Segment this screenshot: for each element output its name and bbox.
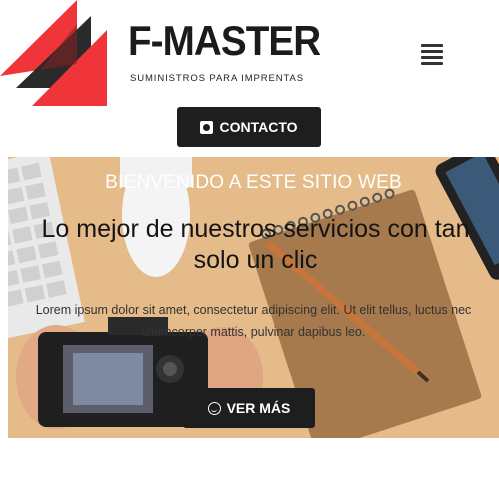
- hero-text: Lorem ipsum dolor sit amet, consectetur …: [35, 303, 472, 339]
- logo-icon[interactable]: [0, 0, 110, 108]
- site-header: F-MASTER SUMINISTROS PARA IMPRENTAS CONT…: [0, 0, 499, 156]
- hamburger-menu-icon[interactable]: [421, 44, 443, 65]
- ver-mas-button-label: VER MÁS: [226, 400, 291, 416]
- hero-kicker: BIENVENIDO A ESTE SITIO WEB: [105, 172, 402, 193]
- phone-icon: [200, 120, 214, 134]
- contact-button-label: CONTACTO: [219, 119, 298, 135]
- smile-icon: [207, 401, 221, 415]
- ver-mas-button[interactable]: VER MÁS: [183, 388, 315, 428]
- contact-button[interactable]: CONTACTO: [177, 107, 321, 147]
- hero-title: Lo mejor de nuestros servicios con tan s…: [41, 215, 470, 274]
- brand-subtitle: SUMINISTROS PARA IMPRENTAS: [130, 73, 305, 84]
- brand-title[interactable]: F-MASTER: [128, 16, 321, 66]
- hero-banner: BIENVENIDO A ESTE SITIO WEB Lo mejor de …: [8, 157, 499, 438]
